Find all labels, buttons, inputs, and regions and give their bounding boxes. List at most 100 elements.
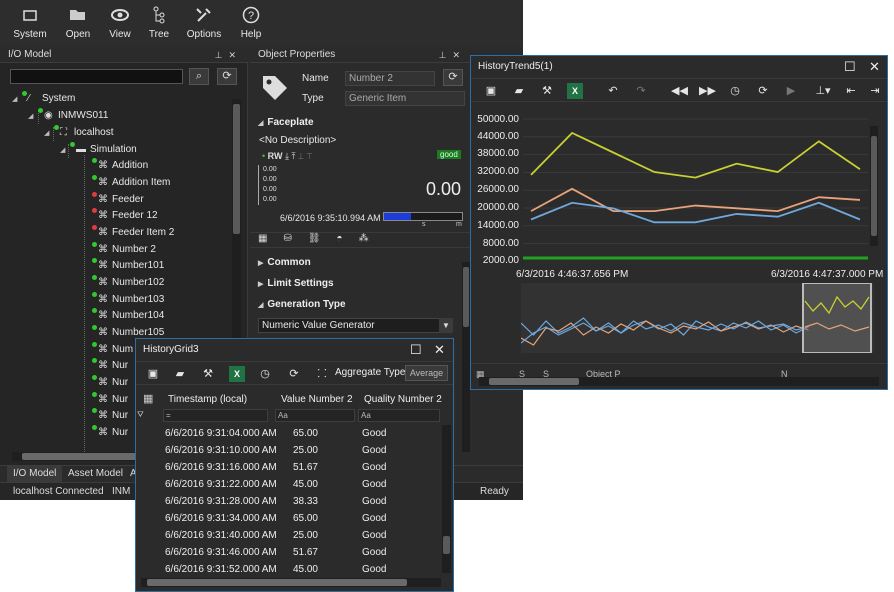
- undo-icon[interactable]: ↶: [605, 83, 621, 99]
- generator-select[interactable]: Numeric Value Generator: [258, 318, 453, 333]
- timestamp-filter[interactable]: =: [163, 409, 268, 422]
- tree-item[interactable]: ⌘ Addition: [92, 158, 148, 174]
- tree-item-simulation[interactable]: ◢ ▬ Simulation: [60, 142, 137, 158]
- property-tab-icons[interactable]: ▦⛁⛓◓⁂: [250, 232, 472, 248]
- scroll-thumb[interactable]: [443, 536, 450, 554]
- tree-item[interactable]: ⌘ Number103: [92, 292, 164, 308]
- tree-item[interactable]: ⌘ Feeder: [92, 192, 144, 208]
- table-row[interactable]: 6/6/2016 9:31:22.000 AM 45.00 Good: [136, 476, 436, 493]
- axis-dropdown-icon[interactable]: ⊥▾: [811, 83, 835, 99]
- aggregate-type-select[interactable]: Average: [405, 365, 448, 381]
- tree-item-localhost[interactable]: ◢ ⛶ localhost: [44, 125, 113, 141]
- folder-open-icon[interactable]: ▰: [511, 83, 527, 99]
- folder-open-icon[interactable]: ▰: [172, 366, 188, 382]
- value-filter[interactable]: Aa: [275, 409, 355, 422]
- type-field[interactable]: Generic Item: [345, 91, 465, 106]
- tree-item-system[interactable]: ◢ ⁄ System: [12, 91, 75, 107]
- tree-button[interactable]: Tree: [137, 5, 181, 40]
- tree-item[interactable]: ⌘ Nur: [92, 375, 128, 391]
- tree-item[interactable]: ⌘ Feeder 12: [92, 208, 158, 224]
- tree-item[interactable]: ⌘ Number104: [92, 308, 164, 324]
- tree-item[interactable]: ⌘ Nur: [92, 392, 128, 408]
- tree-item[interactable]: ⌘ Number102: [92, 275, 164, 291]
- pin-close-icons[interactable]: ⊥✕: [215, 47, 242, 63]
- cursor-right-icon[interactable]: ⇥: [867, 83, 883, 99]
- tools-icon[interactable]: ⚒: [539, 83, 555, 99]
- refresh-icon[interactable]: ⟳: [286, 366, 302, 382]
- options-button[interactable]: Options: [182, 5, 226, 40]
- io-search-input[interactable]: [10, 69, 183, 84]
- table-row[interactable]: 6/6/2016 9:31:10.000 AM 25.00 Good: [136, 442, 436, 459]
- grid-vertical-scrollbar[interactable]: [442, 425, 451, 573]
- save-icon[interactable]: ▣: [145, 366, 161, 382]
- refresh-icon[interactable]: ⟳: [755, 83, 771, 99]
- trend-vertical-scrollbar[interactable]: [870, 126, 878, 246]
- tree-item[interactable]: ⌘ Nur: [92, 425, 128, 441]
- redo-icon[interactable]: ↷: [633, 83, 649, 99]
- tree-item[interactable]: ⌘ Addition Item: [92, 175, 170, 191]
- maximize-icon[interactable]: ☐: [410, 339, 422, 361]
- table-row[interactable]: 6/6/2016 9:31:16.000 AM 51.67 Good: [136, 459, 436, 476]
- quality-filter[interactable]: Aa: [358, 409, 440, 422]
- op-vertical-scrollbar[interactable]: [462, 262, 470, 452]
- fast-forward-icon[interactable]: ▶▶: [699, 83, 716, 99]
- table-row[interactable]: 6/6/2016 9:31:46.000 AM 51.67 Good: [136, 544, 436, 561]
- search-button[interactable]: ⌕: [189, 68, 209, 85]
- view-button[interactable]: View: [98, 5, 142, 40]
- help-button[interactable]: ? Help: [229, 5, 273, 40]
- limit-settings-section[interactable]: ▶ Limit Settings: [258, 278, 334, 289]
- column-header-timestamp[interactable]: Timestamp (local): [168, 394, 247, 405]
- table-row[interactable]: 6/6/2016 9:31:28.000 AM 38.33 Good: [136, 493, 436, 510]
- tools-icon[interactable]: ⚒: [200, 366, 216, 382]
- common-section[interactable]: ▶ Common: [258, 257, 311, 268]
- generation-type-section[interactable]: ◢ Generation Type: [258, 299, 346, 310]
- refresh-button[interactable]: ⟳: [217, 68, 237, 85]
- open-button[interactable]: Open: [56, 5, 100, 40]
- excel-icon[interactable]: X: [229, 366, 245, 382]
- cursor-left-icon[interactable]: ⇤: [843, 83, 859, 99]
- tree-item[interactable]: ⌘ Number101: [92, 258, 164, 274]
- scroll-thumb[interactable]: [463, 267, 469, 327]
- column-header-value[interactable]: Value Number 2: [281, 394, 353, 405]
- faceplate-section[interactable]: ◢ Faceplate: [258, 117, 314, 128]
- pin-close-icons[interactable]: ⊥✕: [439, 47, 466, 63]
- scroll-thumb[interactable]: [489, 378, 579, 385]
- tree-item[interactable]: ⌘ Nur: [92, 408, 128, 424]
- table-row[interactable]: 6/6/2016 9:31:34.000 AM 65.00 Good: [136, 510, 436, 527]
- scroll-thumb[interactable]: [233, 104, 240, 234]
- play-icon[interactable]: ▶: [783, 83, 799, 99]
- tree-item[interactable]: ⌘ Feeder Item 2: [92, 225, 174, 241]
- name-field[interactable]: Number 2: [345, 71, 435, 86]
- trend-horizontal-scrollbar[interactable]: [479, 377, 879, 386]
- scroll-thumb[interactable]: [22, 453, 152, 460]
- table-row[interactable]: 6/6/2016 9:31:04.000 AM 65.00 Good: [136, 425, 436, 442]
- item-icon: ⌘: [98, 160, 108, 171]
- tree-item[interactable]: ⌘ Num: [92, 342, 133, 358]
- table-row[interactable]: 6/6/2016 9:31:52.000 AM 45.00 Good: [136, 561, 436, 578]
- trend-overview[interactable]: [521, 283, 874, 353]
- clock-icon[interactable]: ◷: [727, 83, 743, 99]
- tab-io-model[interactable]: I/O Model: [7, 466, 63, 483]
- trend-plot[interactable]: [523, 111, 868, 261]
- save-icon[interactable]: ▣: [483, 83, 499, 99]
- grid-settings-icon[interactable]: ▦: [143, 392, 153, 405]
- tab-asset-model[interactable]: Asset Model: [62, 466, 129, 483]
- tree-item[interactable]: ⌘ Nur: [92, 358, 128, 374]
- close-icon[interactable]: ✕: [434, 339, 445, 361]
- system-button[interactable]: System: [8, 5, 52, 40]
- excel-icon[interactable]: X: [567, 83, 583, 99]
- tree-item[interactable]: ⌘ Number 2: [92, 242, 156, 258]
- chevron-down-icon[interactable]: ▼: [439, 318, 453, 333]
- tree-item-inmws011[interactable]: ◢ ◉ INMWS011: [28, 108, 108, 124]
- close-icon[interactable]: ✕: [869, 56, 880, 78]
- maximize-icon[interactable]: ☐: [844, 56, 856, 78]
- table-row[interactable]: 6/6/2016 9:31:40.000 AM 25.00 Good: [136, 527, 436, 544]
- rewind-icon[interactable]: ◀◀: [671, 83, 688, 99]
- scroll-thumb[interactable]: [147, 579, 407, 586]
- refresh-button[interactable]: ⟳: [443, 69, 463, 86]
- filter-icon[interactable]: ⛛: [137, 410, 144, 420]
- grid-horizontal-scrollbar[interactable]: [141, 578, 441, 587]
- column-header-quality[interactable]: Quality Number 2: [364, 394, 442, 405]
- clock-icon[interactable]: ◷: [257, 366, 273, 382]
- scroll-thumb[interactable]: [871, 136, 877, 236]
